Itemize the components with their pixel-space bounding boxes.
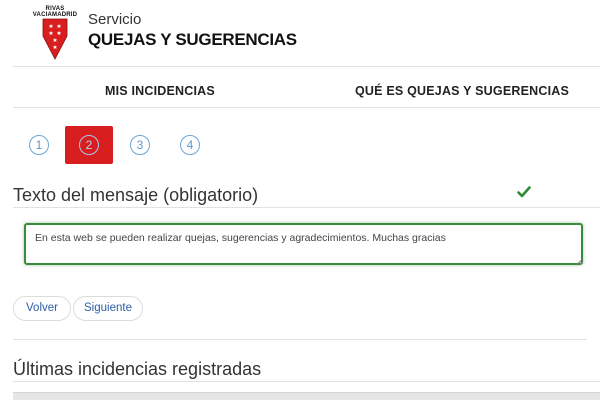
step-4[interactable]: 4	[166, 126, 214, 164]
check-icon	[517, 186, 531, 198]
rivas-logo[interactable]: RIVAS VACIAMADRID	[30, 6, 80, 60]
step-2-active[interactable]: 2	[65, 126, 113, 164]
incidents-list-header	[13, 392, 600, 400]
divider	[13, 381, 600, 382]
step-number: 2	[79, 135, 99, 155]
message-label: Texto del mensaje (obligatorio)	[13, 185, 259, 205]
divider	[13, 107, 600, 108]
logo-text: RIVAS VACIAMADRID	[30, 6, 80, 18]
header: RIVAS VACIAMADRID Servicio QUEJAS Y SUGE…	[0, 0, 600, 64]
service-name: QUEJAS Y SUGERENCIAS	[88, 30, 297, 49]
resize-grip-icon[interactable]	[576, 258, 583, 265]
message-textarea[interactable]: En esta web se pueden realizar quejas, s…	[24, 223, 583, 265]
divider	[13, 339, 587, 340]
step-number: 4	[180, 135, 200, 155]
shield-icon	[42, 18, 68, 60]
tab-mis-incidencias[interactable]: MIS INCIDENCIAS	[105, 80, 215, 102]
divider	[13, 207, 600, 208]
page: RIVAS VACIAMADRID Servicio QUEJAS Y SUGE…	[0, 0, 600, 400]
step-1[interactable]: 1	[15, 126, 63, 164]
recent-incidents-title: Últimas incidencias registradas	[13, 359, 262, 379]
divider	[13, 66, 600, 67]
step-number: 1	[29, 135, 49, 155]
tab-que-es-quejas[interactable]: QUÉ ES QUEJAS Y SUGERENCIAS	[355, 80, 569, 102]
step-number: 3	[130, 135, 150, 155]
service-title: Servicio	[88, 11, 142, 28]
back-button[interactable]: Volver	[13, 296, 71, 321]
step-3[interactable]: 3	[116, 126, 164, 164]
next-button[interactable]: Siguiente	[73, 296, 143, 321]
